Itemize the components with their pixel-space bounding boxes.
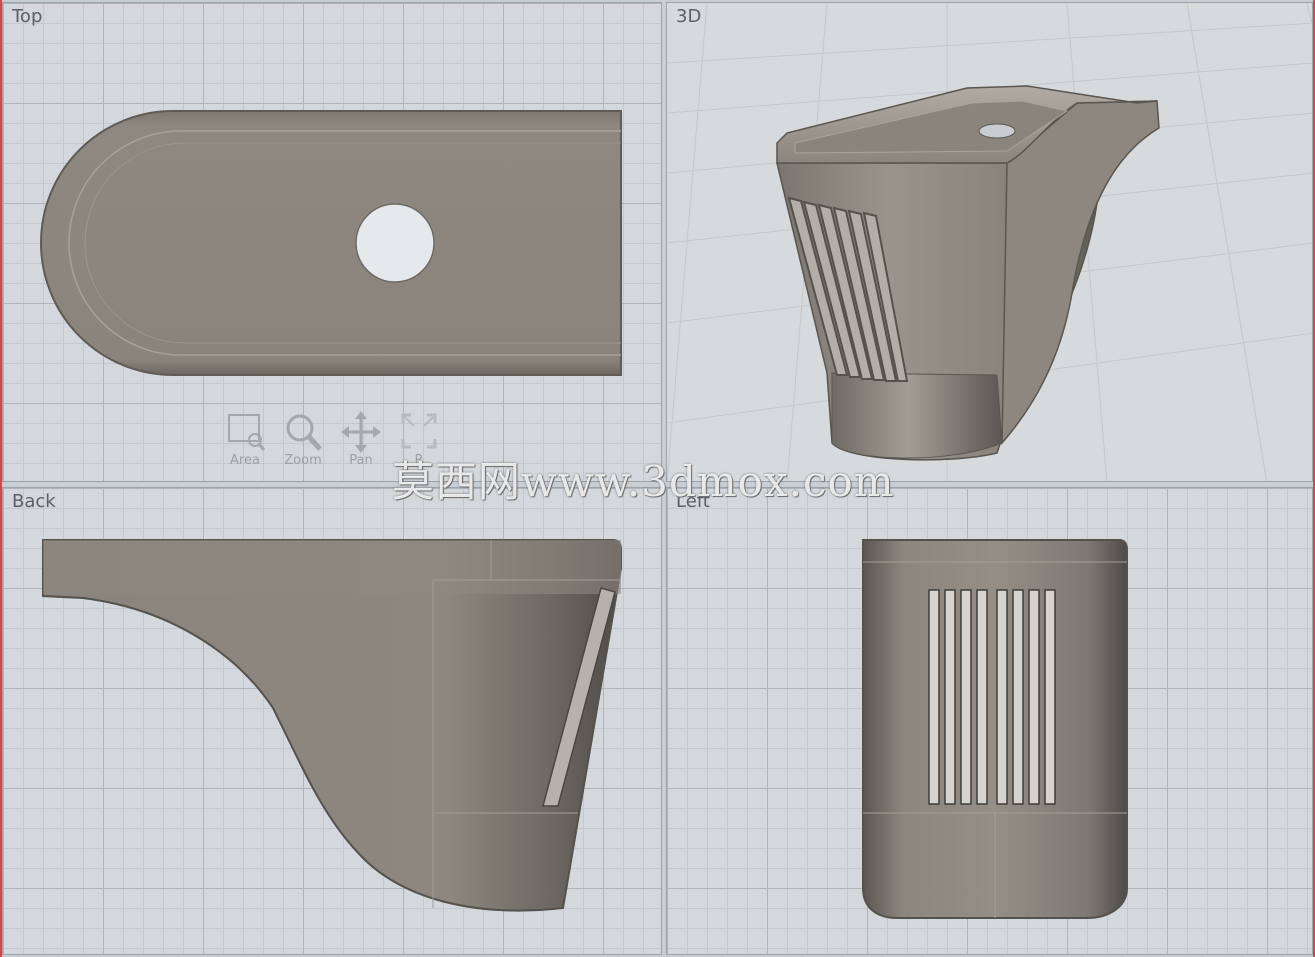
- area-zoom-label: Area: [230, 453, 260, 468]
- zoom-tool[interactable]: Zoom: [283, 411, 323, 468]
- viewport-layout: Top Area Zoom Pan R 3D Back Left 莫西网www.…: [0, 0, 1315, 957]
- viewport-label-3d[interactable]: 3D: [676, 6, 701, 27]
- pan-label: Pan: [349, 453, 373, 468]
- reset-view-icon: [401, 413, 437, 449]
- perspective-grid-floor: [667, 3, 1312, 481]
- reset-view-tool[interactable]: R: [399, 411, 439, 468]
- viewport-top[interactable]: Top Area Zoom Pan R: [2, 2, 662, 482]
- area-zoom-icon: [228, 414, 265, 451]
- view-navigation-toolbar: Area Zoom Pan R: [225, 411, 439, 468]
- zoom-label: Zoom: [284, 453, 322, 468]
- pan-tool[interactable]: Pan: [341, 411, 381, 468]
- left-view-model: [862, 539, 1128, 919]
- reset-view-label: R: [414, 453, 424, 468]
- viewport-left[interactable]: Left: [666, 487, 1313, 955]
- viewport-3d[interactable]: 3D: [666, 2, 1313, 482]
- back-view-model: [42, 539, 622, 912]
- pan-icon: [341, 411, 381, 453]
- viewport-back[interactable]: Back: [2, 487, 662, 955]
- area-zoom-tool[interactable]: Area: [225, 411, 265, 468]
- 3d-model: [776, 85, 1160, 461]
- zoom-icon: [286, 414, 322, 451]
